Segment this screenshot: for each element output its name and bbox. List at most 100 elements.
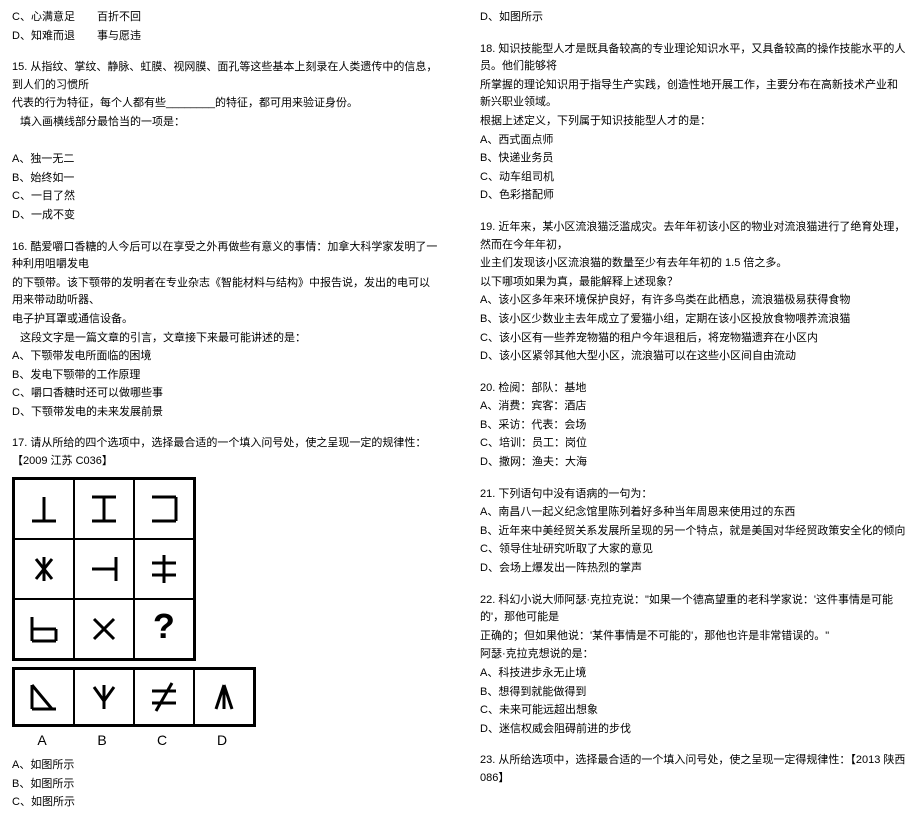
grid-cell bbox=[134, 479, 194, 539]
q17-option-a: A、如图所示 bbox=[12, 757, 440, 775]
grid-cell bbox=[14, 539, 74, 599]
q20: 20. 检阅：部队：基地 A、消费：宾客：酒店 B、采访：代表：会场 C、培训：… bbox=[480, 380, 908, 472]
q16-stem-3: 电子护耳罩或通信设备。 bbox=[12, 311, 440, 329]
grid-cell bbox=[74, 599, 134, 659]
q19-option-b: B、该小区少数业主去年成立了爱猫小组，定期在该小区投放食物喂养流浪猫 bbox=[480, 311, 908, 329]
label-a: A bbox=[12, 729, 72, 751]
q22: 22. 科幻小说大师阿瑟·克拉克说："如果一个德高望重的老科学家说：'这件事情是… bbox=[480, 592, 908, 739]
q16-stem-1: 16. 酷爱嚼口香糖的人今后可以在享受之外再做些有意义的事情：加拿大科学家发明了… bbox=[12, 239, 440, 274]
q15-stem-3: 填入画横线部分最恰当的一项是： bbox=[12, 114, 440, 132]
q18-option-c: C、动车组司机 bbox=[480, 169, 908, 187]
grid-cell bbox=[134, 539, 194, 599]
q19-option-c: C、该小区有一些养宠物猫的租户今年退租后，将宠物猫遗弃在小区内 bbox=[480, 330, 908, 348]
q15-option-b: B、始终如一 bbox=[12, 170, 440, 188]
q20-option-b: B、采访：代表：会场 bbox=[480, 417, 908, 435]
glyph-icon bbox=[84, 489, 124, 529]
q14-remaining-options: C、心满意足 百折不回 D、知难而退 事与愿违 bbox=[12, 9, 440, 45]
q19: 19. 近年来，某小区流浪猫泛滥成灾。去年年初该小区的物业对流浪猫进行了绝育处理… bbox=[480, 219, 908, 366]
glyph-icon bbox=[24, 609, 64, 649]
q17-answer-labels: A B C D bbox=[12, 729, 252, 751]
q18-stem-1: 18. 知识技能型人才是既具备较高的专业理论知识水平，又具备较高的操作技能水平的… bbox=[480, 41, 908, 76]
q20-option-d: D、撒网：渔夫：大海 bbox=[480, 454, 908, 472]
q19-stem-2: 业主们发现该小区流浪猫的数量至少有去年年初的 1.5 倍之多。 bbox=[480, 255, 908, 273]
answer-cell bbox=[134, 669, 194, 725]
grid-cell bbox=[14, 599, 74, 659]
q20-option-a: A、消费：宾客：酒店 bbox=[480, 398, 908, 416]
q17-answer-row bbox=[12, 667, 256, 727]
q16-option-d: D、下颚带发电的未来发展前景 bbox=[12, 404, 440, 422]
grid-cell-question: ? bbox=[134, 599, 194, 659]
q21: 21. 下列语句中没有语病的一句为： A、南昌八一起义纪念馆里陈列着好多种当年周… bbox=[480, 486, 908, 578]
glyph-icon bbox=[84, 549, 124, 589]
glyph-icon bbox=[144, 549, 184, 589]
answer-cell bbox=[14, 669, 74, 725]
q17: 17. 请从所给的四个选项中，选择最合适的一个填入问号处，使之呈现一定的规律性：… bbox=[12, 435, 440, 811]
q14-option-d: D、知难而退 事与愿违 bbox=[12, 28, 440, 46]
label-c: C bbox=[132, 729, 192, 751]
q16-option-c: C、嚼口香糖时还可以做哪些事 bbox=[12, 385, 440, 403]
glyph-icon bbox=[144, 677, 184, 717]
q22-option-d: D、迷信权威会阻碍前进的步伐 bbox=[480, 721, 908, 739]
glyph-icon bbox=[84, 609, 124, 649]
q21-option-b: B、近年来中美经贸关系发展所呈现的另一个特点，就是美国对华经贸政策安全化的倾向 bbox=[480, 523, 908, 541]
q17-stem: 17. 请从所给的四个选项中，选择最合适的一个填入问号处，使之呈现一定的规律性：… bbox=[12, 435, 440, 470]
answer-cell bbox=[194, 669, 254, 725]
q18-stem-3: 根据上述定义，下列属于知识技能型人才的是： bbox=[480, 113, 908, 131]
q22-option-b: B、想得到就能做得到 bbox=[480, 684, 908, 702]
q20-option-c: C、培训：员工：岗位 bbox=[480, 435, 908, 453]
glyph-icon bbox=[144, 489, 184, 529]
q16-stem-4: 这段文字是一篇文章的引言，文章接下来最可能讲述的是： bbox=[12, 330, 440, 348]
left-column: C、心满意足 百折不回 D、知难而退 事与愿违 15. 从指纹、掌纹、静脉、虹膜… bbox=[12, 8, 440, 826]
q23-stem: 23. 从所给选项中，选择最合适的一个填入问号处，使之呈现一定得规律性：【201… bbox=[480, 752, 908, 787]
q21-option-c: C、领导住址研究听取了大家的意见 bbox=[480, 541, 908, 559]
glyph-icon bbox=[204, 677, 244, 717]
q16: 16. 酷爱嚼口香糖的人今后可以在享受之外再做些有意义的事情：加拿大科学家发明了… bbox=[12, 239, 440, 422]
q21-option-d: D、会场上爆发出一阵热烈的掌声 bbox=[480, 560, 908, 578]
q21-option-a: A、南昌八一起义纪念馆里陈列着好多种当年周恩来使用过的东西 bbox=[480, 504, 908, 522]
q16-stem-2: 的下颚带。该下颚带的发明者在专业杂志《智能材料与结构》中报告说，发出的电可以用来… bbox=[12, 275, 440, 310]
q19-option-a: A、该小区多年来环境保护良好，有许多鸟类在此栖息，流浪猫极易获得食物 bbox=[480, 292, 908, 310]
answer-cell bbox=[74, 669, 134, 725]
q14-option-c: C、心满意足 百折不回 bbox=[12, 9, 440, 27]
q19-stem-1: 19. 近年来，某小区流浪猫泛滥成灾。去年年初该小区的物业对流浪猫进行了绝育处理… bbox=[480, 219, 908, 254]
label-d: D bbox=[192, 729, 252, 751]
glyph-icon bbox=[24, 549, 64, 589]
q17-option-c: C、如图所示 bbox=[12, 794, 440, 812]
q17-figure: ? A bbox=[12, 477, 440, 751]
glyph-icon bbox=[24, 489, 64, 529]
q17-option-b: B、如图所示 bbox=[12, 776, 440, 794]
q18-option-a: A、西式面点师 bbox=[480, 132, 908, 150]
q18-option-b: B、快递业务员 bbox=[480, 150, 908, 168]
q17-option-d: D、如图所示 bbox=[480, 9, 908, 27]
q20-stem: 20. 检阅：部队：基地 bbox=[480, 380, 908, 398]
right-column: D、如图所示 18. 知识技能型人才是既具备较高的专业理论知识水平，又具备较高的… bbox=[480, 8, 908, 826]
glyph-icon bbox=[24, 677, 64, 717]
q18-stem-2: 所掌握的理论知识用于指导生产实践，创造性地开展工作，主要分布在高新技术产业和新兴… bbox=[480, 77, 908, 112]
glyph-icon bbox=[84, 677, 124, 717]
q17-option-d-wrap: D、如图所示 bbox=[480, 9, 908, 27]
q18: 18. 知识技能型人才是既具备较高的专业理论知识水平，又具备较高的操作技能水平的… bbox=[480, 41, 908, 205]
q22-stem-1: 22. 科幻小说大师阿瑟·克拉克说："如果一个德高望重的老科学家说：'这件事情是… bbox=[480, 592, 908, 627]
q19-option-d: D、该小区紧邻其他大型小区，流浪猫可以在这些小区间自由流动 bbox=[480, 348, 908, 366]
q15-stem-2: 代表的行为特征，每个人都有些________的特征，都可用来验证身份。 bbox=[12, 95, 440, 113]
q19-stem-3: 以下哪项如果为真，最能解释上述现象？ bbox=[480, 274, 908, 292]
label-b: B bbox=[72, 729, 132, 751]
q15-option-d: D、一成不变 bbox=[12, 207, 440, 225]
grid-cell bbox=[14, 479, 74, 539]
q15-stem-1: 15. 从指纹、掌纹、静脉、虹膜、视网膜、面孔等这些基本上刻录在人类遗传中的信息… bbox=[12, 59, 440, 94]
q15-option-c: C、一目了然 bbox=[12, 188, 440, 206]
q22-option-c: C、未来可能远超出想象 bbox=[480, 702, 908, 720]
q22-option-a: A、科技进步永无止境 bbox=[480, 665, 908, 683]
grid-cell bbox=[74, 539, 134, 599]
q22-stem-3: 阿瑟·克拉克想说的是： bbox=[480, 646, 908, 664]
q21-stem: 21. 下列语句中没有语病的一句为： bbox=[480, 486, 908, 504]
q16-option-b: B、发电下颚带的工作原理 bbox=[12, 367, 440, 385]
q16-option-a: A、下颚带发电所面临的困境 bbox=[12, 348, 440, 366]
grid-cell bbox=[74, 479, 134, 539]
q22-stem-2: 正确的；但如果他说：'某件事情是不可能的'，那他也许是非常错误的。" bbox=[480, 628, 908, 646]
q15-option-a: A、独一无二 bbox=[12, 151, 440, 169]
q15: 15. 从指纹、掌纹、静脉、虹膜、视网膜、面孔等这些基本上刻录在人类遗传中的信息… bbox=[12, 59, 440, 224]
q17-grid: ? bbox=[12, 477, 196, 661]
q18-option-d: D、色彩搭配师 bbox=[480, 187, 908, 205]
q23: 23. 从所给选项中，选择最合适的一个填入问号处，使之呈现一定得规律性：【201… bbox=[480, 752, 908, 787]
